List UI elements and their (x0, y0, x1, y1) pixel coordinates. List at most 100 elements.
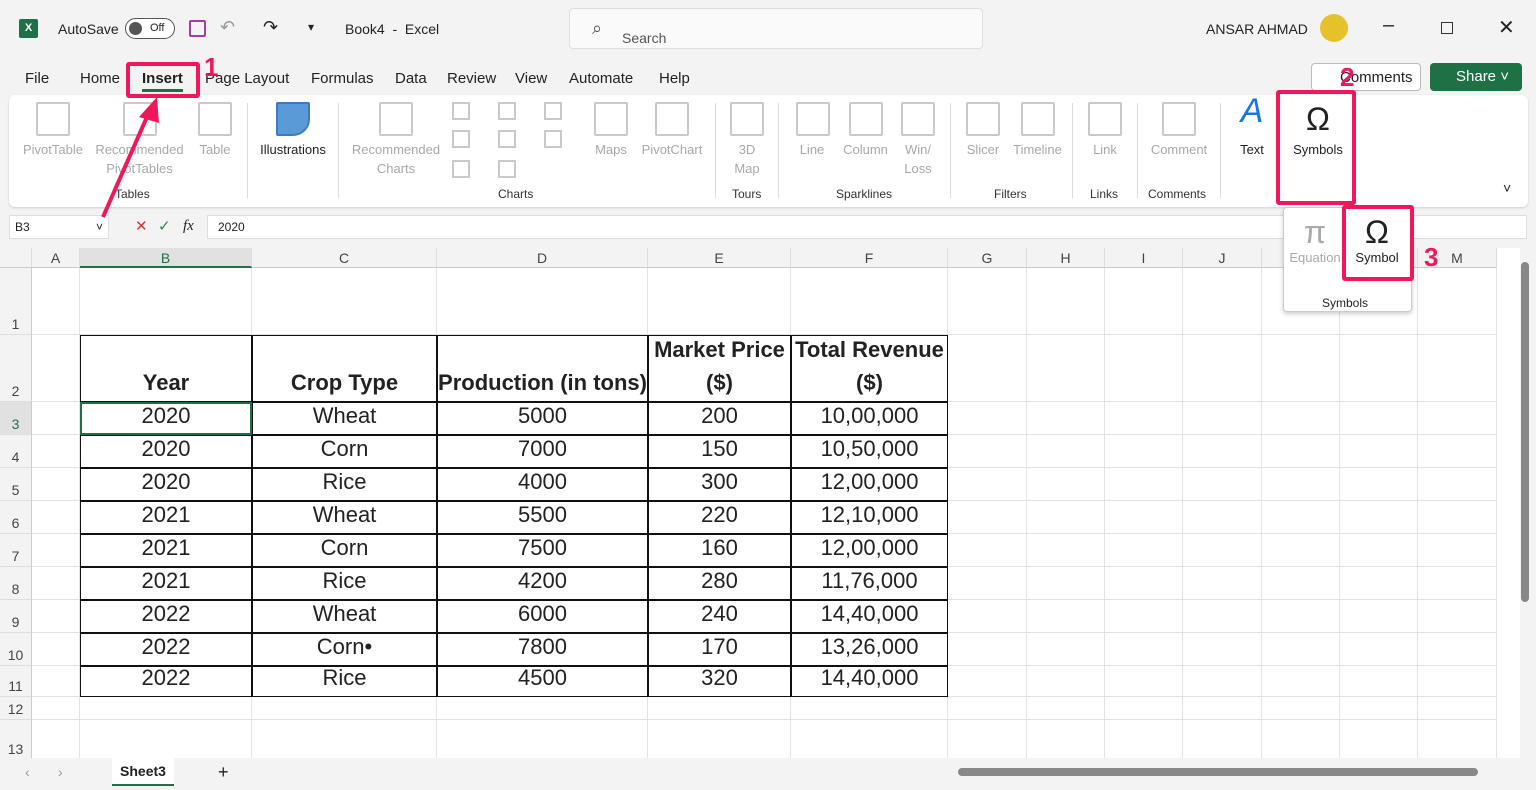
table-cell[interactable]: 4500 (437, 665, 648, 697)
horizontal-scrollbar[interactable] (958, 768, 1478, 776)
table-cell[interactable]: 4200 (437, 567, 648, 600)
row-header-1[interactable]: 1 (0, 268, 32, 335)
cell[interactable] (948, 501, 1027, 534)
table-button[interactable]: Table (196, 102, 234, 159)
chart-type-icon[interactable] (452, 160, 470, 178)
cell[interactable] (791, 720, 948, 758)
table-cell[interactable]: Rice (252, 468, 437, 501)
cell[interactable] (1183, 435, 1262, 468)
table-cell[interactable]: 12,00,000 (791, 534, 948, 567)
cell[interactable] (1105, 402, 1183, 435)
table-cell[interactable]: 2020 (80, 402, 252, 435)
cell[interactable] (1027, 468, 1105, 501)
column-header-F[interactable]: F (791, 248, 948, 268)
table-cell[interactable]: 12,10,000 (791, 501, 948, 534)
close-icon[interactable]: ✕ (1498, 15, 1515, 40)
cell[interactable] (252, 720, 437, 758)
chart-type-icon[interactable] (498, 102, 516, 120)
column-header-I[interactable]: I (1105, 248, 1183, 268)
cell[interactable] (648, 268, 791, 335)
cell[interactable] (1340, 501, 1418, 534)
slicer-button[interactable]: Slicer (964, 102, 1002, 159)
cell[interactable] (1340, 534, 1418, 567)
avatar[interactable] (1320, 14, 1348, 42)
cell[interactable] (1340, 402, 1418, 435)
autosave-toggle[interactable]: Off (125, 18, 175, 39)
table-cell[interactable]: 4000 (437, 468, 648, 501)
cell[interactable] (1262, 720, 1340, 758)
table-cell[interactable]: 160 (648, 534, 791, 567)
cell[interactable] (1027, 268, 1105, 335)
cell[interactable] (1340, 600, 1418, 633)
cell[interactable] (1418, 697, 1497, 720)
column-header-E[interactable]: E (648, 248, 791, 268)
cell[interactable] (1418, 720, 1497, 758)
cell[interactable] (80, 697, 252, 720)
table-cell[interactable]: 220 (648, 501, 791, 534)
row-header-13[interactable]: 13 (0, 720, 32, 758)
cell[interactable] (948, 534, 1027, 567)
cell[interactable] (1105, 335, 1183, 402)
table-header[interactable]: Total Revenue ($) (791, 335, 948, 402)
column-header-G[interactable]: G (948, 248, 1027, 268)
table-cell[interactable]: 12,00,000 (791, 468, 948, 501)
cell[interactable] (32, 268, 80, 335)
tab-data[interactable]: Data (395, 70, 427, 87)
cell[interactable] (1027, 600, 1105, 633)
column-header-J[interactable]: J (1183, 248, 1262, 268)
select-all-corner[interactable] (0, 248, 32, 268)
cell[interactable] (32, 697, 80, 720)
cell[interactable] (1262, 600, 1340, 633)
row-header-11[interactable]: 11 (0, 666, 32, 697)
tab-automate[interactable]: Automate (569, 70, 633, 87)
chart-type-icon[interactable] (544, 102, 562, 120)
table-cell[interactable]: Corn (252, 435, 437, 468)
table-cell[interactable]: 2021 (80, 501, 252, 534)
share-button[interactable]: Share ˅ (1430, 63, 1522, 91)
table-cell[interactable]: 7500 (437, 534, 648, 567)
cell[interactable] (1340, 335, 1418, 402)
table-cell[interactable]: 7000 (437, 435, 648, 468)
row-header-8[interactable]: 8 (0, 567, 32, 600)
cell[interactable] (32, 468, 80, 501)
table-cell[interactable]: 2020 (80, 435, 252, 468)
search-box[interactable]: ⌕ Search (569, 8, 983, 49)
cell[interactable] (1340, 468, 1418, 501)
pivotchart-button[interactable]: PivotChart (638, 102, 706, 159)
cell[interactable] (1027, 402, 1105, 435)
column-sparkline-button[interactable]: Column (838, 102, 893, 159)
prev-sheet-icon[interactable]: ‹ (25, 764, 30, 780)
cell[interactable] (32, 402, 80, 435)
cell[interactable] (948, 268, 1027, 335)
column-header-D[interactable]: D (437, 248, 648, 268)
tab-insert[interactable]: Insert (142, 70, 183, 92)
cell[interactable] (1418, 567, 1497, 600)
chart-type-icon[interactable] (452, 130, 470, 148)
undo-icon[interactable]: ↶ (220, 17, 235, 38)
row-header-3[interactable]: 3 (0, 402, 32, 435)
cell[interactable] (1262, 567, 1340, 600)
customize-qat-icon[interactable]: ▾ (308, 20, 314, 34)
timeline-button[interactable]: Timeline (1010, 102, 1065, 159)
spreadsheet-grid[interactable]: ABCDEFGHIJKLM12345678910111213YearCrop T… (0, 248, 1520, 758)
illustrations-button[interactable]: Illustrations (254, 102, 332, 159)
cell[interactable] (80, 720, 252, 758)
cell[interactable] (32, 534, 80, 567)
table-header[interactable]: Crop Type (252, 335, 437, 402)
table-header[interactable]: Year (80, 335, 252, 402)
recommended-charts-button[interactable]: Recommended Charts (346, 102, 446, 178)
table-cell[interactable]: Corn (252, 534, 437, 567)
table-header[interactable]: Production (in tons) (437, 335, 648, 402)
cell[interactable] (32, 720, 80, 758)
cell[interactable] (1183, 402, 1262, 435)
cell[interactable] (1262, 335, 1340, 402)
cell[interactable] (1262, 534, 1340, 567)
cell[interactable] (1105, 501, 1183, 534)
cell[interactable] (1027, 335, 1105, 402)
table-cell[interactable]: 200 (648, 402, 791, 435)
cell[interactable] (1418, 335, 1497, 402)
cell[interactable] (1027, 435, 1105, 468)
cell[interactable] (1027, 567, 1105, 600)
cell[interactable] (1183, 501, 1262, 534)
line-sparkline-button[interactable]: Line (796, 102, 830, 159)
